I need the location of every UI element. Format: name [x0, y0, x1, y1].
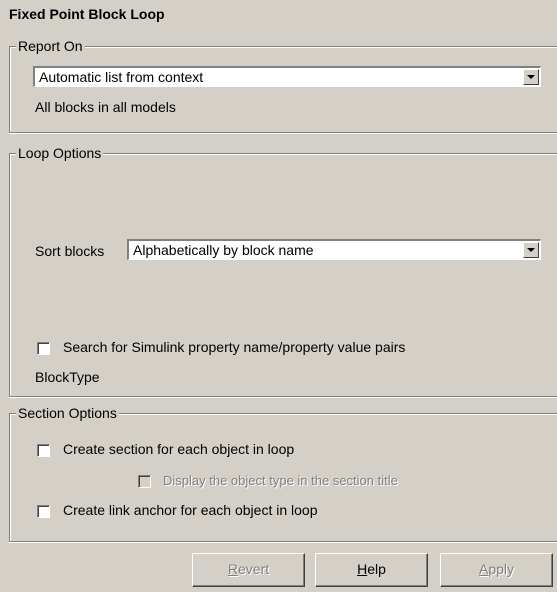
create-section-checkbox[interactable] — [37, 444, 50, 457]
loop-options-legend: Loop Options — [16, 145, 104, 161]
sort-blocks-selected: Alphabetically by block name — [133, 242, 314, 258]
section-options-group: Section Options Create section for each … — [9, 405, 557, 542]
apply-label: pply — [488, 561, 515, 577]
loop-options-group: Loop Options Sort blocks Alphabetically … — [9, 145, 557, 397]
revert-button[interactable]: Revert — [192, 553, 305, 587]
display-type-checkbox[interactable] — [138, 475, 151, 488]
create-section-label[interactable]: Create section for each object in loop — [63, 441, 294, 457]
report-on-legend: Report On — [16, 38, 85, 54]
chevron-down-icon[interactable] — [523, 242, 539, 258]
report-on-selected: Automatic list from context — [39, 69, 204, 85]
create-anchor-checkbox[interactable] — [37, 505, 50, 518]
report-on-description: All blocks in all models — [35, 99, 176, 115]
report-on-group: Report On Automatic list from context Al… — [9, 38, 557, 133]
section-options-legend: Section Options — [16, 405, 119, 421]
search-property-checkbox[interactable] — [37, 342, 50, 355]
revert-label: evert — [238, 561, 270, 577]
create-anchor-label[interactable]: Create link anchor for each object in lo… — [63, 502, 317, 518]
report-on-dropdown[interactable]: Automatic list from context — [33, 66, 541, 87]
help-label: elp — [367, 561, 386, 577]
help-mnemonic: H — [357, 561, 368, 577]
sort-blocks-label: Sort blocks — [35, 243, 105, 259]
sort-blocks-dropdown[interactable]: Alphabetically by block name — [127, 239, 541, 260]
revert-mnemonic: R — [227, 561, 238, 577]
apply-button[interactable]: Apply — [440, 553, 553, 587]
display-type-label[interactable]: Display the object type in the section t… — [163, 473, 398, 488]
chevron-down-icon[interactable] — [523, 69, 539, 85]
search-property-label[interactable]: Search for Simulink property name/proper… — [63, 339, 405, 355]
dialog-title: Fixed Point Block Loop — [9, 6, 165, 22]
blocktype-text: BlockType — [35, 369, 100, 385]
apply-mnemonic: A — [478, 561, 489, 577]
help-button[interactable]: Help — [315, 553, 428, 587]
